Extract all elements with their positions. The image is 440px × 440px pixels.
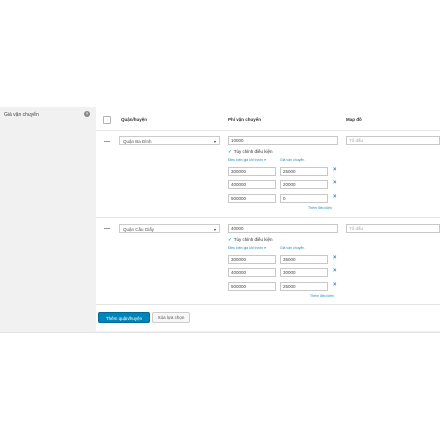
district-select-value: Quận Cầu Giấy — [123, 227, 155, 232]
remove-condition-icon[interactable]: × — [333, 194, 337, 200]
condition-fee-input[interactable]: 25000 — [280, 167, 328, 176]
condition-fee-header: Giá vận chuyển — [280, 246, 305, 250]
chevron-down-icon: ▾ — [213, 139, 216, 144]
condition-amount-input[interactable]: 500000 — [228, 282, 276, 291]
condition-fee-input[interactable]: 30000 — [280, 268, 328, 277]
conditional-fee-toggle[interactable]: ✓ Tùy chỉnh điều kiện — [228, 149, 273, 155]
condition-amount-input[interactable]: 500000 — [228, 194, 276, 203]
condition-type-select[interactable]: Điều kiện giá khi trước ▾ — [228, 246, 266, 250]
delete-selected-button[interactable]: Xóa lựa chọn — [152, 312, 190, 323]
condition-fee-input[interactable]: 35000 — [280, 255, 328, 264]
map-input-placeholder: Tô dấu — [349, 226, 364, 231]
map-input[interactable]: Tô dấu — [346, 224, 440, 233]
remove-condition-icon[interactable]: × — [333, 268, 337, 274]
conditional-fee-toggle[interactable]: ✓ Tùy chỉnh điều kiện — [228, 237, 273, 243]
district-select-value: Quận Ba Đình — [123, 139, 152, 144]
condition-type-select[interactable]: Điều kiện giá khi trước ▾ — [228, 158, 266, 162]
district-select[interactable]: Quận Cầu Giấy ▾ — [119, 224, 220, 233]
checkmark-icon: ✓ — [228, 149, 232, 154]
remove-condition-icon[interactable]: × — [333, 255, 337, 261]
condition-fee-input[interactable]: 25000 — [280, 282, 328, 291]
add-district-button[interactable]: Thêm quận/huyện — [98, 312, 150, 323]
header-divider — [96, 130, 440, 131]
remove-condition-icon[interactable]: × — [333, 167, 337, 173]
condition-amount-input[interactable]: 300000 — [228, 167, 276, 176]
condition-amount-input[interactable]: 400000 — [228, 180, 276, 189]
shipping-fee-input[interactable]: 10000 — [228, 136, 338, 145]
checkmark-icon: ✓ — [228, 237, 232, 242]
map-input[interactable]: Tô dấu — [346, 136, 440, 145]
row-handle-icon[interactable] — [104, 141, 110, 142]
column-header-map: Map đồ — [346, 117, 362, 122]
help-icon[interactable]: ? — [84, 111, 90, 117]
column-header-district: Quận/huyện — [121, 117, 148, 122]
shipping-fee-input[interactable]: 40000 — [228, 224, 338, 233]
condition-fee-input[interactable]: 0 — [280, 194, 328, 203]
district-select[interactable]: Quận Ba Đình ▾ — [119, 136, 220, 145]
condition-amount-input[interactable]: 300000 — [228, 255, 276, 264]
column-header-fee: Phí vận chuyển — [228, 117, 262, 122]
remove-condition-icon[interactable]: × — [333, 282, 337, 288]
select-all-checkbox[interactable] — [103, 116, 111, 124]
condition-fee-input[interactable]: 20000 — [280, 180, 328, 189]
conditional-fee-label: Tùy chỉnh điều kiện — [233, 237, 273, 242]
map-input-placeholder: Tô dấu — [349, 138, 364, 143]
condition-amount-input[interactable]: 400000 — [228, 268, 276, 277]
row-divider — [96, 217, 440, 218]
settings-label-column — [0, 107, 96, 331]
chevron-down-icon: ▾ — [213, 227, 216, 232]
add-condition-link[interactable]: Thêm điều kiện — [310, 294, 334, 298]
row-divider — [96, 304, 440, 305]
conditional-fee-label: Tùy chỉnh điều kiện — [233, 149, 273, 154]
add-condition-link[interactable]: Thêm điều kiện — [308, 206, 332, 210]
row-handle-icon[interactable] — [104, 228, 110, 229]
condition-fee-header: Giá vận chuyển — [280, 158, 305, 162]
remove-condition-icon[interactable]: × — [333, 180, 337, 186]
section-label: Giá vận chuyển — [4, 112, 39, 118]
